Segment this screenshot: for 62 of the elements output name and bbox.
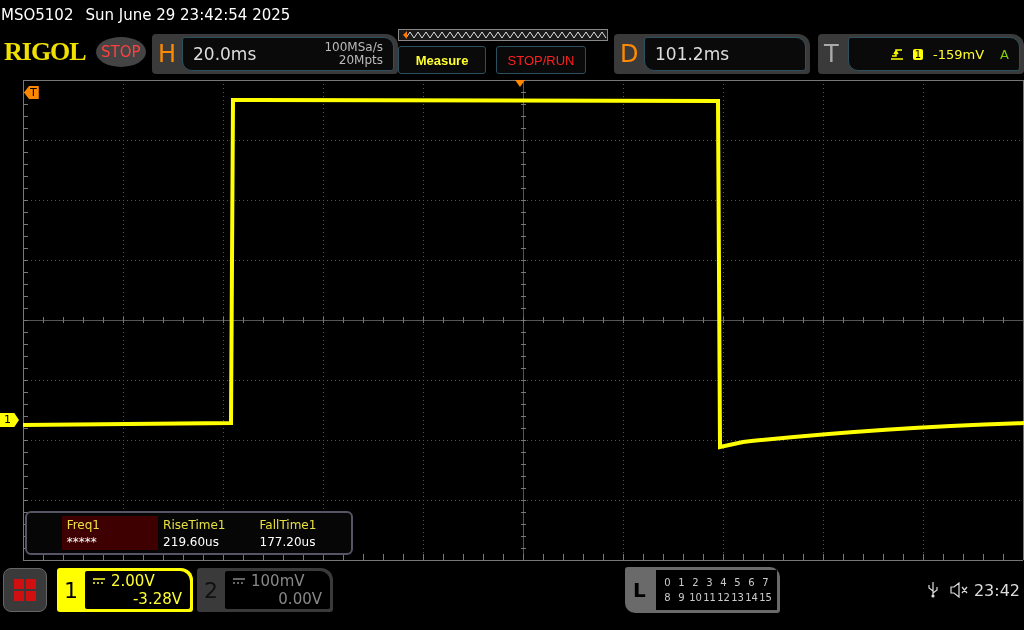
- memory-depth: 20Mpts: [338, 54, 383, 67]
- measurement-item[interactable]: RiseTime1 219.60us: [158, 516, 255, 550]
- measurement-item[interactable]: Freq1 *****: [61, 516, 159, 550]
- logic-channel-number: 7: [761, 577, 770, 588]
- main-menu-button[interactable]: [3, 568, 47, 612]
- timebase-value: 20.0ms: [193, 44, 257, 64]
- logic-channel-number: 2: [691, 577, 700, 588]
- channel-scale: 2.00V: [111, 572, 155, 590]
- sample-rate: 100MSa/s: [324, 41, 383, 54]
- logic-channel-number: 14: [745, 592, 758, 603]
- stop-run-button[interactable]: STOP/RUN: [496, 46, 586, 74]
- channel-panel[interactable]: 1 2.00V -3.28V: [57, 568, 193, 612]
- measurement-value: 177.20us: [259, 534, 317, 549]
- delay-value: 101.2ms: [655, 44, 730, 64]
- speaker-muted-icon[interactable]: [949, 582, 970, 598]
- model-name: MSO5102: [1, 6, 74, 26]
- measurement-value: 219.60us: [163, 534, 220, 549]
- measurement-item[interactable]: FallTime1 177.20us: [254, 516, 351, 550]
- measurement-label: RiseTime1: [163, 517, 227, 532]
- logic-channel-number: 1: [677, 577, 686, 588]
- logic-channel-panel[interactable]: L 0 1 2 3 4 5 6 7 8 9 10 11 12 13 1415: [625, 567, 780, 613]
- logic-channel-number: 13: [731, 592, 744, 603]
- dc-coupling-icon: [93, 578, 105, 584]
- rising-edge-icon: [890, 48, 903, 60]
- logic-channel-number: 5: [733, 577, 742, 588]
- logic-channel-number: 10: [689, 592, 702, 603]
- logic-channel-number: 12: [717, 592, 730, 603]
- date-time: Sun June 29 23:42:54 2025: [85, 6, 291, 26]
- trigger-mode: A: [1000, 46, 1009, 62]
- clock-time: 23:42: [973, 580, 1020, 600]
- brand-logo: RIGOL: [4, 37, 86, 67]
- logic-channel-number: 3: [705, 577, 714, 588]
- panel-letter: L: [633, 578, 647, 602]
- logic-channel-number: 15: [759, 592, 772, 603]
- trigger-level: -159mV: [933, 46, 985, 62]
- measure-button[interactable]: Measure: [398, 46, 486, 74]
- grid-squares-icon: [14, 579, 36, 601]
- channel-number: 1: [63, 577, 79, 603]
- channel-offset: 0.00V: [278, 590, 322, 608]
- panel-letter: T: [824, 40, 840, 68]
- logic-channel-number: 11: [703, 592, 716, 603]
- delay-panel[interactable]: D 101.2ms: [614, 34, 810, 74]
- trigger-position-icon: [515, 80, 525, 87]
- logic-channel-number: 8: [663, 592, 672, 603]
- dc-coupling-icon: [233, 578, 245, 584]
- logic-channel-number: 9: [677, 592, 686, 603]
- logic-channel-number: 6: [747, 577, 756, 588]
- channel-scale: 100mV: [251, 572, 305, 590]
- panel-letter: H: [158, 40, 178, 68]
- trigger-source-badge: 1: [912, 48, 924, 60]
- horizontal-panel[interactable]: H 20.0ms 100MSa/s 20Mpts: [152, 34, 398, 74]
- panel-letter: D: [620, 40, 640, 68]
- measurement-label: Freq1: [66, 517, 101, 532]
- logic-channel-number: 0: [663, 577, 672, 588]
- channel-offset: -3.28V: [132, 590, 182, 608]
- measurement-value: *****: [66, 534, 98, 549]
- logic-channel-number: 4: [719, 577, 728, 588]
- trigger-marker[interactable]: T: [24, 86, 39, 99]
- channel-marker[interactable]: 1: [0, 413, 19, 427]
- trigger-panel[interactable]: T 1 -159mV A: [818, 34, 1024, 74]
- usb-icon: [927, 582, 938, 598]
- measurement-label: FallTime1: [259, 517, 318, 532]
